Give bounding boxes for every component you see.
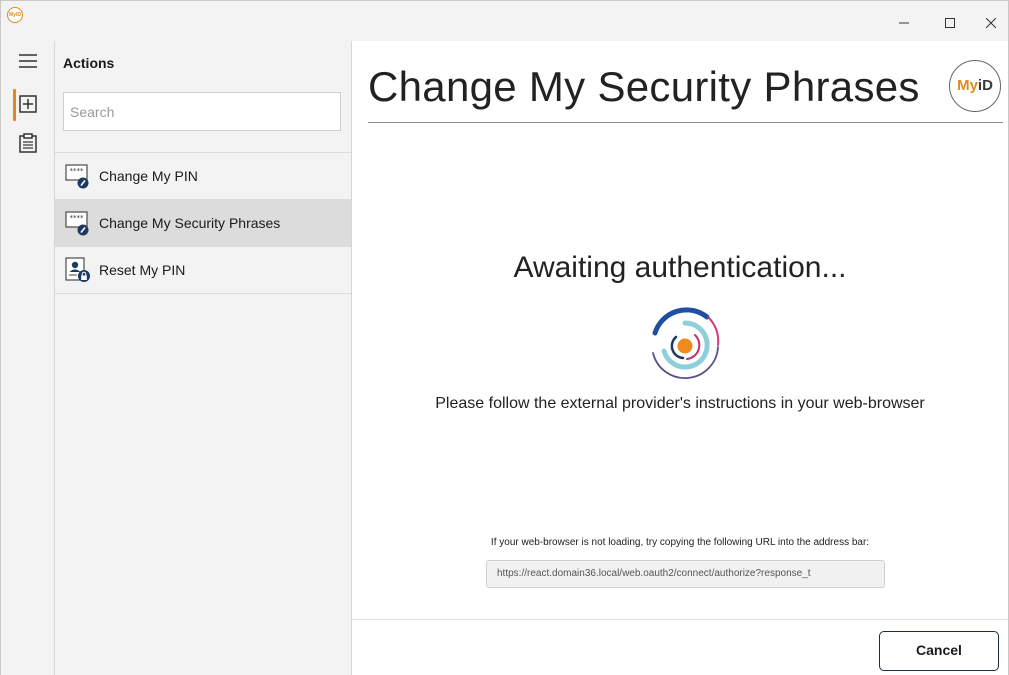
- app-logo-icon: MyID: [7, 7, 23, 23]
- title-bar[interactable]: MyID: [1, 1, 1008, 41]
- authorization-url-field[interactable]: https://react.domain36.local/web.oauth2/…: [486, 560, 885, 588]
- menu-button[interactable]: [11, 46, 45, 76]
- title-divider: [368, 122, 1003, 123]
- action-item-label: Change My PIN: [99, 168, 198, 184]
- svg-text:****: ****: [70, 167, 85, 175]
- reports-nav-button[interactable]: [11, 128, 45, 158]
- minimize-icon: [899, 22, 909, 24]
- action-item-label: Change My Security Phrases: [99, 215, 281, 231]
- minimize-button[interactable]: [881, 9, 927, 37]
- action-item-label: Reset My PIN: [99, 262, 186, 278]
- url-hint-text: If your web-browser is not loading, try …: [490, 537, 870, 548]
- hamburger-menu-icon: [19, 54, 37, 68]
- pin-change-icon: ****: [65, 163, 91, 189]
- clipboard-icon: [19, 133, 37, 153]
- page-title: Change My Security Phrases: [368, 63, 920, 110]
- footer-divider: [352, 619, 1008, 620]
- status-heading: Awaiting authentication...: [513, 251, 847, 284]
- action-item-reset-my-pin[interactable]: Reset My PIN: [55, 247, 351, 294]
- pin-change-icon: ****: [65, 210, 91, 236]
- app-window: MyID Actions Search **** Change My PIN *…: [0, 0, 1009, 675]
- myid-logo: MyiD: [949, 60, 1001, 112]
- cancel-button[interactable]: Cancel: [879, 631, 999, 671]
- main-content: Change My Security Phrases MyiD Awaiting…: [352, 41, 1008, 675]
- action-item-change-my-security-phrases[interactable]: **** Change My Security Phrases: [55, 200, 351, 247]
- action-item-change-my-pin[interactable]: **** Change My PIN: [55, 153, 351, 200]
- search-input[interactable]: [63, 92, 341, 131]
- instruction-text: Please follow the external provider's in…: [435, 395, 925, 412]
- actions-panel: Actions **** Change My PIN: [55, 41, 352, 675]
- maximize-button[interactable]: [927, 9, 973, 37]
- close-button[interactable]: [973, 9, 1009, 37]
- maximize-icon: [945, 18, 955, 28]
- actions-nav-button[interactable]: [11, 89, 45, 119]
- plus-box-icon: [19, 95, 37, 113]
- loading-spinner-icon: [652, 307, 720, 380]
- close-icon: [986, 18, 996, 28]
- action-list: **** Change My PIN **** Change My Securi…: [55, 152, 351, 294]
- svg-text:****: ****: [70, 214, 85, 222]
- actions-panel-title: Actions: [63, 55, 115, 71]
- id-card-lock-icon: [65, 257, 91, 283]
- navigation-rail: [1, 41, 55, 675]
